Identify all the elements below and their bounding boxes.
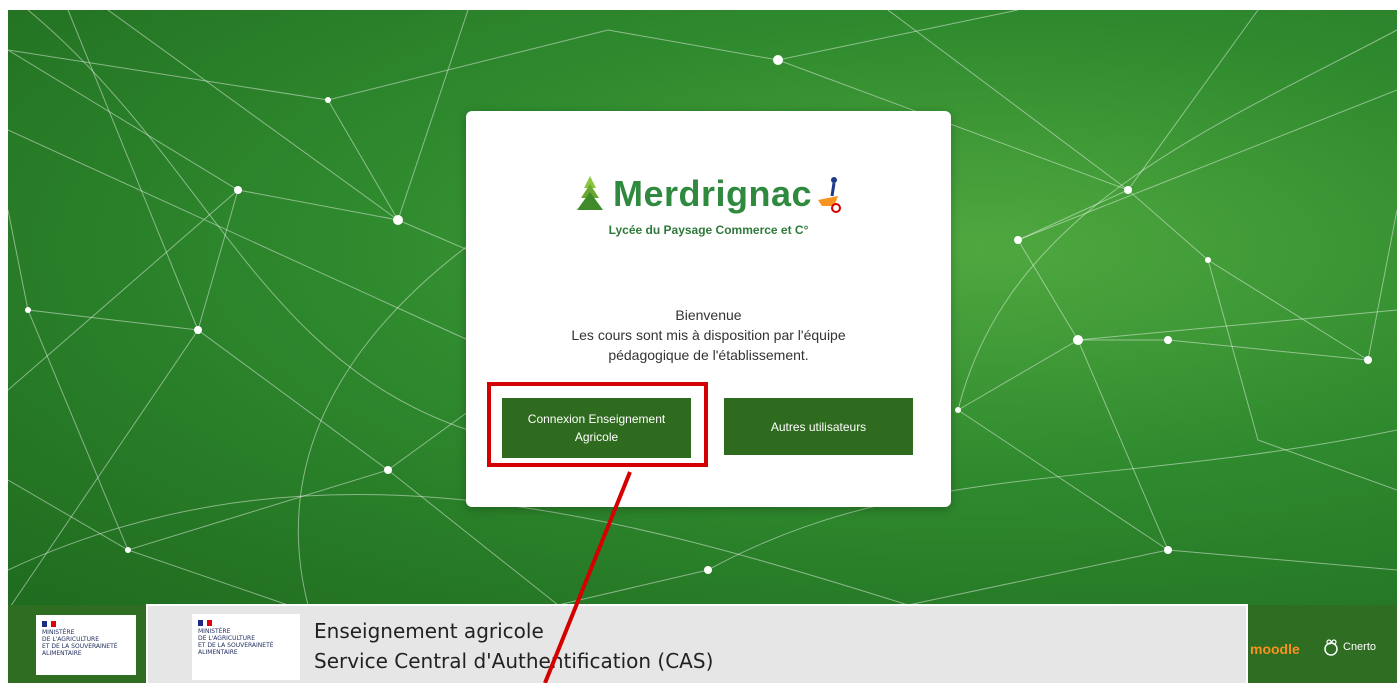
- welcome-title: Bienvenue: [675, 307, 742, 323]
- autres-utilisateurs-button[interactable]: Autres utilisateurs: [724, 398, 913, 455]
- ministry-line: ET DE LA SOUVERAINETÉ: [42, 643, 118, 650]
- cas-line: Service Central d'Authentification (CAS): [314, 649, 714, 673]
- cas-banner: MINISTÈRE DE L'AGRICULTURE ET DE LA SOUV…: [146, 604, 1248, 683]
- welcome-message: Bienvenue Les cours sont mis à dispositi…: [496, 305, 921, 365]
- brand-subtitle: Lycée du Paysage Commerce et C°: [608, 223, 809, 237]
- cnerto-logo: Cnerto: [1322, 638, 1376, 656]
- brand-name: Merdrignac: [612, 173, 813, 214]
- french-flag-icon: [42, 621, 57, 627]
- ministry-line: MINISTÈRE: [42, 629, 75, 636]
- ministry-line: DE L'AGRICULTURE: [198, 635, 256, 642]
- french-flag-icon: [198, 620, 213, 626]
- moodle-logo: moodle: [1250, 641, 1300, 657]
- ministry-line: DE L'AGRICULTURE: [42, 636, 100, 643]
- tree-icon: [576, 176, 603, 210]
- highlight-box: [487, 382, 708, 467]
- ministry-line: MINISTÈRE: [198, 628, 231, 635]
- ministry-logo-cas: MINISTÈRE DE L'AGRICULTURE ET DE LA SOUV…: [192, 614, 300, 680]
- ministry-line: ALIMENTAIRE: [42, 650, 82, 657]
- school-logo: Merdrignac Lycée du Paysage Commerce et …: [466, 173, 951, 237]
- ministry-line: ET DE LA SOUVERAINETÉ: [198, 642, 274, 649]
- cnerto-label: Cnerto: [1343, 641, 1377, 653]
- welcome-line: pédagogique de l'établissement.: [608, 347, 809, 363]
- cas-line: Enseignement agricole: [314, 619, 544, 643]
- gardener-wheelbarrow-icon: [818, 177, 842, 213]
- ministry-line: ALIMENTAIRE: [198, 649, 238, 656]
- ministry-logo-footer: MINISTÈRE DE L'AGRICULTURE ET DE LA SOUV…: [36, 615, 136, 675]
- cnerto-icon: [1324, 639, 1338, 656]
- welcome-line: Les cours sont mis à disposition par l'é…: [571, 327, 846, 343]
- cas-title: Enseignement agricole Service Central d'…: [314, 616, 713, 676]
